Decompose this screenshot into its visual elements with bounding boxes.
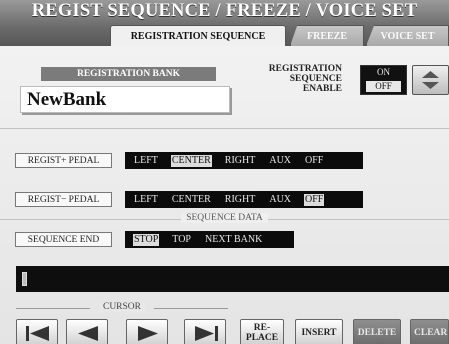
regist-minus-option-center[interactable]: CENTER [171,194,212,206]
sequence-end-option-next-bank[interactable]: NEXT BANK [204,234,263,246]
replace-button-label: RE- PLACE [246,323,278,343]
regist-plus-pedal-label: REGIST+ PEDAL [15,153,112,168]
last-icon [195,326,218,341]
cursor-last-button[interactable] [184,319,226,344]
divider [0,128,449,129]
up-down-arrow-icon [422,71,439,89]
cursor-title-text: CURSOR [98,302,145,312]
sequence-data-title-text: SEQUENCE DATA [181,213,268,223]
enable-option-off[interactable]: OFF [366,81,401,92]
sequence-end-label: SEQUENCE END [15,232,112,247]
sequence-data-title: SEQUENCE DATA [0,213,449,223]
sequence-data-bar[interactable] [16,266,449,292]
insert-button[interactable]: INSERT [295,319,343,344]
regist-minus-option-right[interactable]: RIGHT [224,194,257,206]
sequence-end-options: STOP TOP NEXT BANK [125,231,294,248]
regist-plus-option-right[interactable]: RIGHT [224,155,257,167]
tab-freeze[interactable]: FREEZE [290,25,364,46]
registration-bank-label: REGISTRATION BANK [41,67,216,81]
regist-plus-pedal-options: LEFT CENTER RIGHT AUX OFF [125,152,363,169]
sequence-enable-selector[interactable]: ON OFF [360,65,407,95]
enable-option-on[interactable]: ON [361,67,406,77]
regist-plus-option-aux[interactable]: AUX [268,155,292,167]
up-down-button[interactable] [412,65,449,95]
enable-label-line-1: REGISTRATION [268,64,342,74]
sequence-end-option-top[interactable]: TOP [171,234,192,246]
enable-label-line-3: ENABLE [302,84,342,94]
delete-button[interactable]: DELETE [353,319,401,344]
sequence-cursor-marker [22,272,27,286]
first-icon [26,326,49,341]
replace-label-line-1: RE- [253,322,271,333]
right-arrow-icon [138,326,158,341]
registration-bank-name[interactable]: NewBank [20,86,230,113]
regist-minus-pedal-options: LEFT CENTER RIGHT AUX OFF [125,191,363,208]
regist-minus-pedal-label: REGIST− PEDAL [15,192,112,207]
regist-minus-option-left[interactable]: LEFT [133,194,159,206]
replace-label-line-2: PLACE [245,332,279,343]
tab-voice-set[interactable]: VOICE SET [366,25,449,46]
clear-button[interactable]: CLEAR [410,319,449,344]
regist-minus-option-aux[interactable]: AUX [268,194,292,206]
regist-sequence-screen: REGIST SEQUENCE / FREEZE / VOICE SET REG… [0,0,449,344]
enable-label-line-2: SEQUENCE [289,74,342,84]
regist-plus-option-off[interactable]: OFF [304,155,324,167]
header-bar: REGIST SEQUENCE / FREEZE / VOICE SET REG… [0,0,449,46]
page-title: REGIST SEQUENCE / FREEZE / VOICE SET [31,1,418,21]
cursor-title: CURSOR [16,302,228,312]
regist-minus-option-off[interactable]: OFF [304,193,325,206]
tab-registration-sequence[interactable]: REGISTRATION SEQUENCE [110,25,286,46]
sequence-end-option-stop[interactable]: STOP [133,233,160,246]
cursor-left-button[interactable] [66,319,108,344]
regist-plus-option-left[interactable]: LEFT [133,155,159,167]
regist-plus-option-center[interactable]: CENTER [170,154,212,167]
sequence-enable-label: REGISTRATION SEQUENCE ENABLE [242,64,342,94]
left-arrow-icon [78,326,98,341]
replace-button[interactable]: RE- PLACE [240,319,284,344]
cursor-first-button[interactable] [16,319,58,344]
cursor-right-button[interactable] [126,319,168,344]
